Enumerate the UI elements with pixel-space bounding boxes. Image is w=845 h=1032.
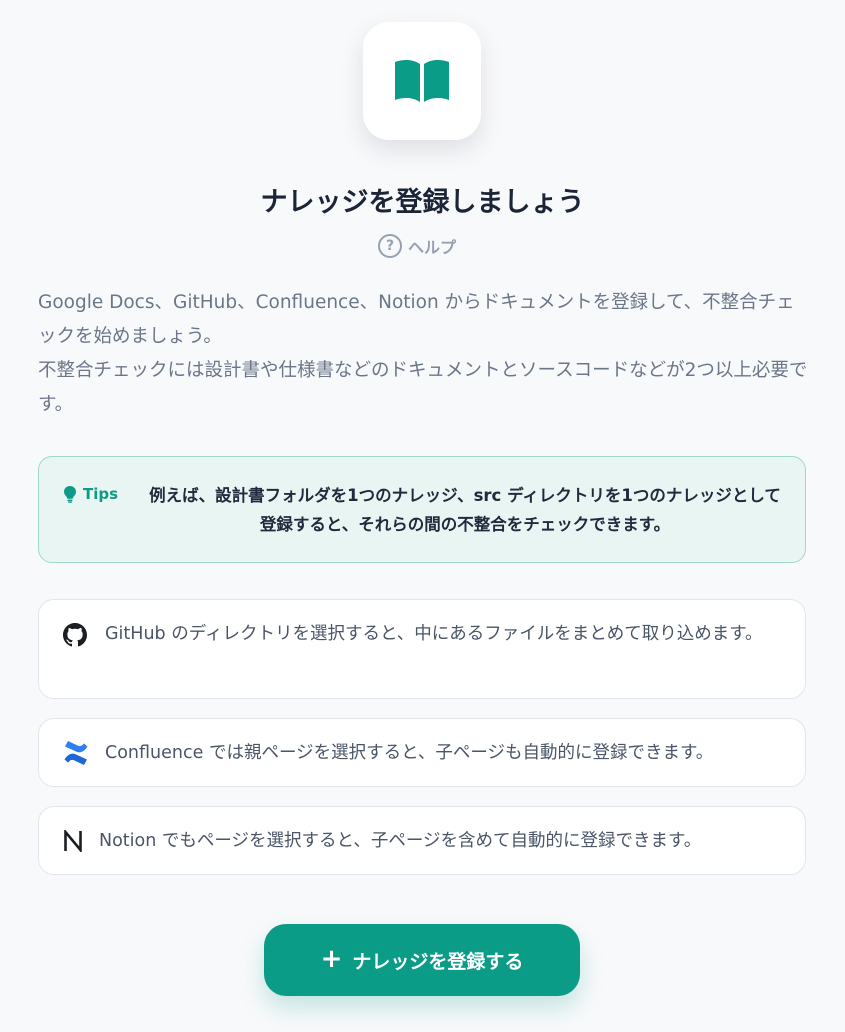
help-link[interactable]: ? ヘルプ <box>378 233 456 259</box>
confluence-icon <box>64 741 88 765</box>
source-card-notion-text: Notion でもページを選択すると、子ページを含めて自動的に登録できます。 <box>99 831 702 851</box>
source-card-confluence: Confluence では親ページを選択すると、子ページも自動的に登録できます。 <box>38 718 806 787</box>
question-circle-icon: ? <box>378 234 402 258</box>
source-card-github: GitHub のディレクトリを選択すると、中にあるファイルをまとめて取り込めます… <box>38 599 806 699</box>
book-open-icon <box>395 59 449 102</box>
notion-icon <box>64 830 82 852</box>
plus-icon: + <box>320 943 343 974</box>
description: Google Docs、GitHub、Confluence、Notion からド… <box>38 286 810 422</box>
tips-label-text: Tips <box>83 485 119 503</box>
tips-label: Tips <box>63 485 118 503</box>
source-card-github-text: GitHub のディレクトリを選択すると、中にあるファイルをまとめて取り込めます… <box>105 624 763 644</box>
hero-icon-tile <box>363 22 481 140</box>
page-title: ナレッジを登録しましょう <box>260 187 585 218</box>
register-knowledge-label: ナレッジを登録する <box>352 950 524 973</box>
source-card-confluence-text: Confluence では親ページを選択すると、子ページも自動的に登録できます。 <box>105 743 714 763</box>
tips-box: Tips 例えば、設計書フォルダを1つのナレッジ、src ディレクトリを1つのナ… <box>38 456 806 563</box>
github-icon <box>63 623 87 647</box>
help-label: ヘルプ <box>408 238 457 257</box>
knowledge-onboarding-page: ナレッジを登録しましょう ? ヘルプ Google Docs、GitHub、Co… <box>0 0 845 1032</box>
register-knowledge-button[interactable]: + ナレッジを登録する <box>264 924 580 996</box>
tips-text: 例えば、設計書フォルダを1つのナレッジ、src ディレクトリを1つのナレッジとし… <box>149 486 781 534</box>
lightbulb-icon <box>64 486 76 503</box>
description-line-2: 不整合チェックには設計書や仕様書などのドキュメントとソースコードなどが2つ以上必… <box>38 360 808 415</box>
description-line-1: Google Docs、GitHub、Confluence、Notion からド… <box>38 292 795 347</box>
source-card-notion: Notion でもページを選択すると、子ページを含めて自動的に登録できます。 <box>38 806 806 875</box>
